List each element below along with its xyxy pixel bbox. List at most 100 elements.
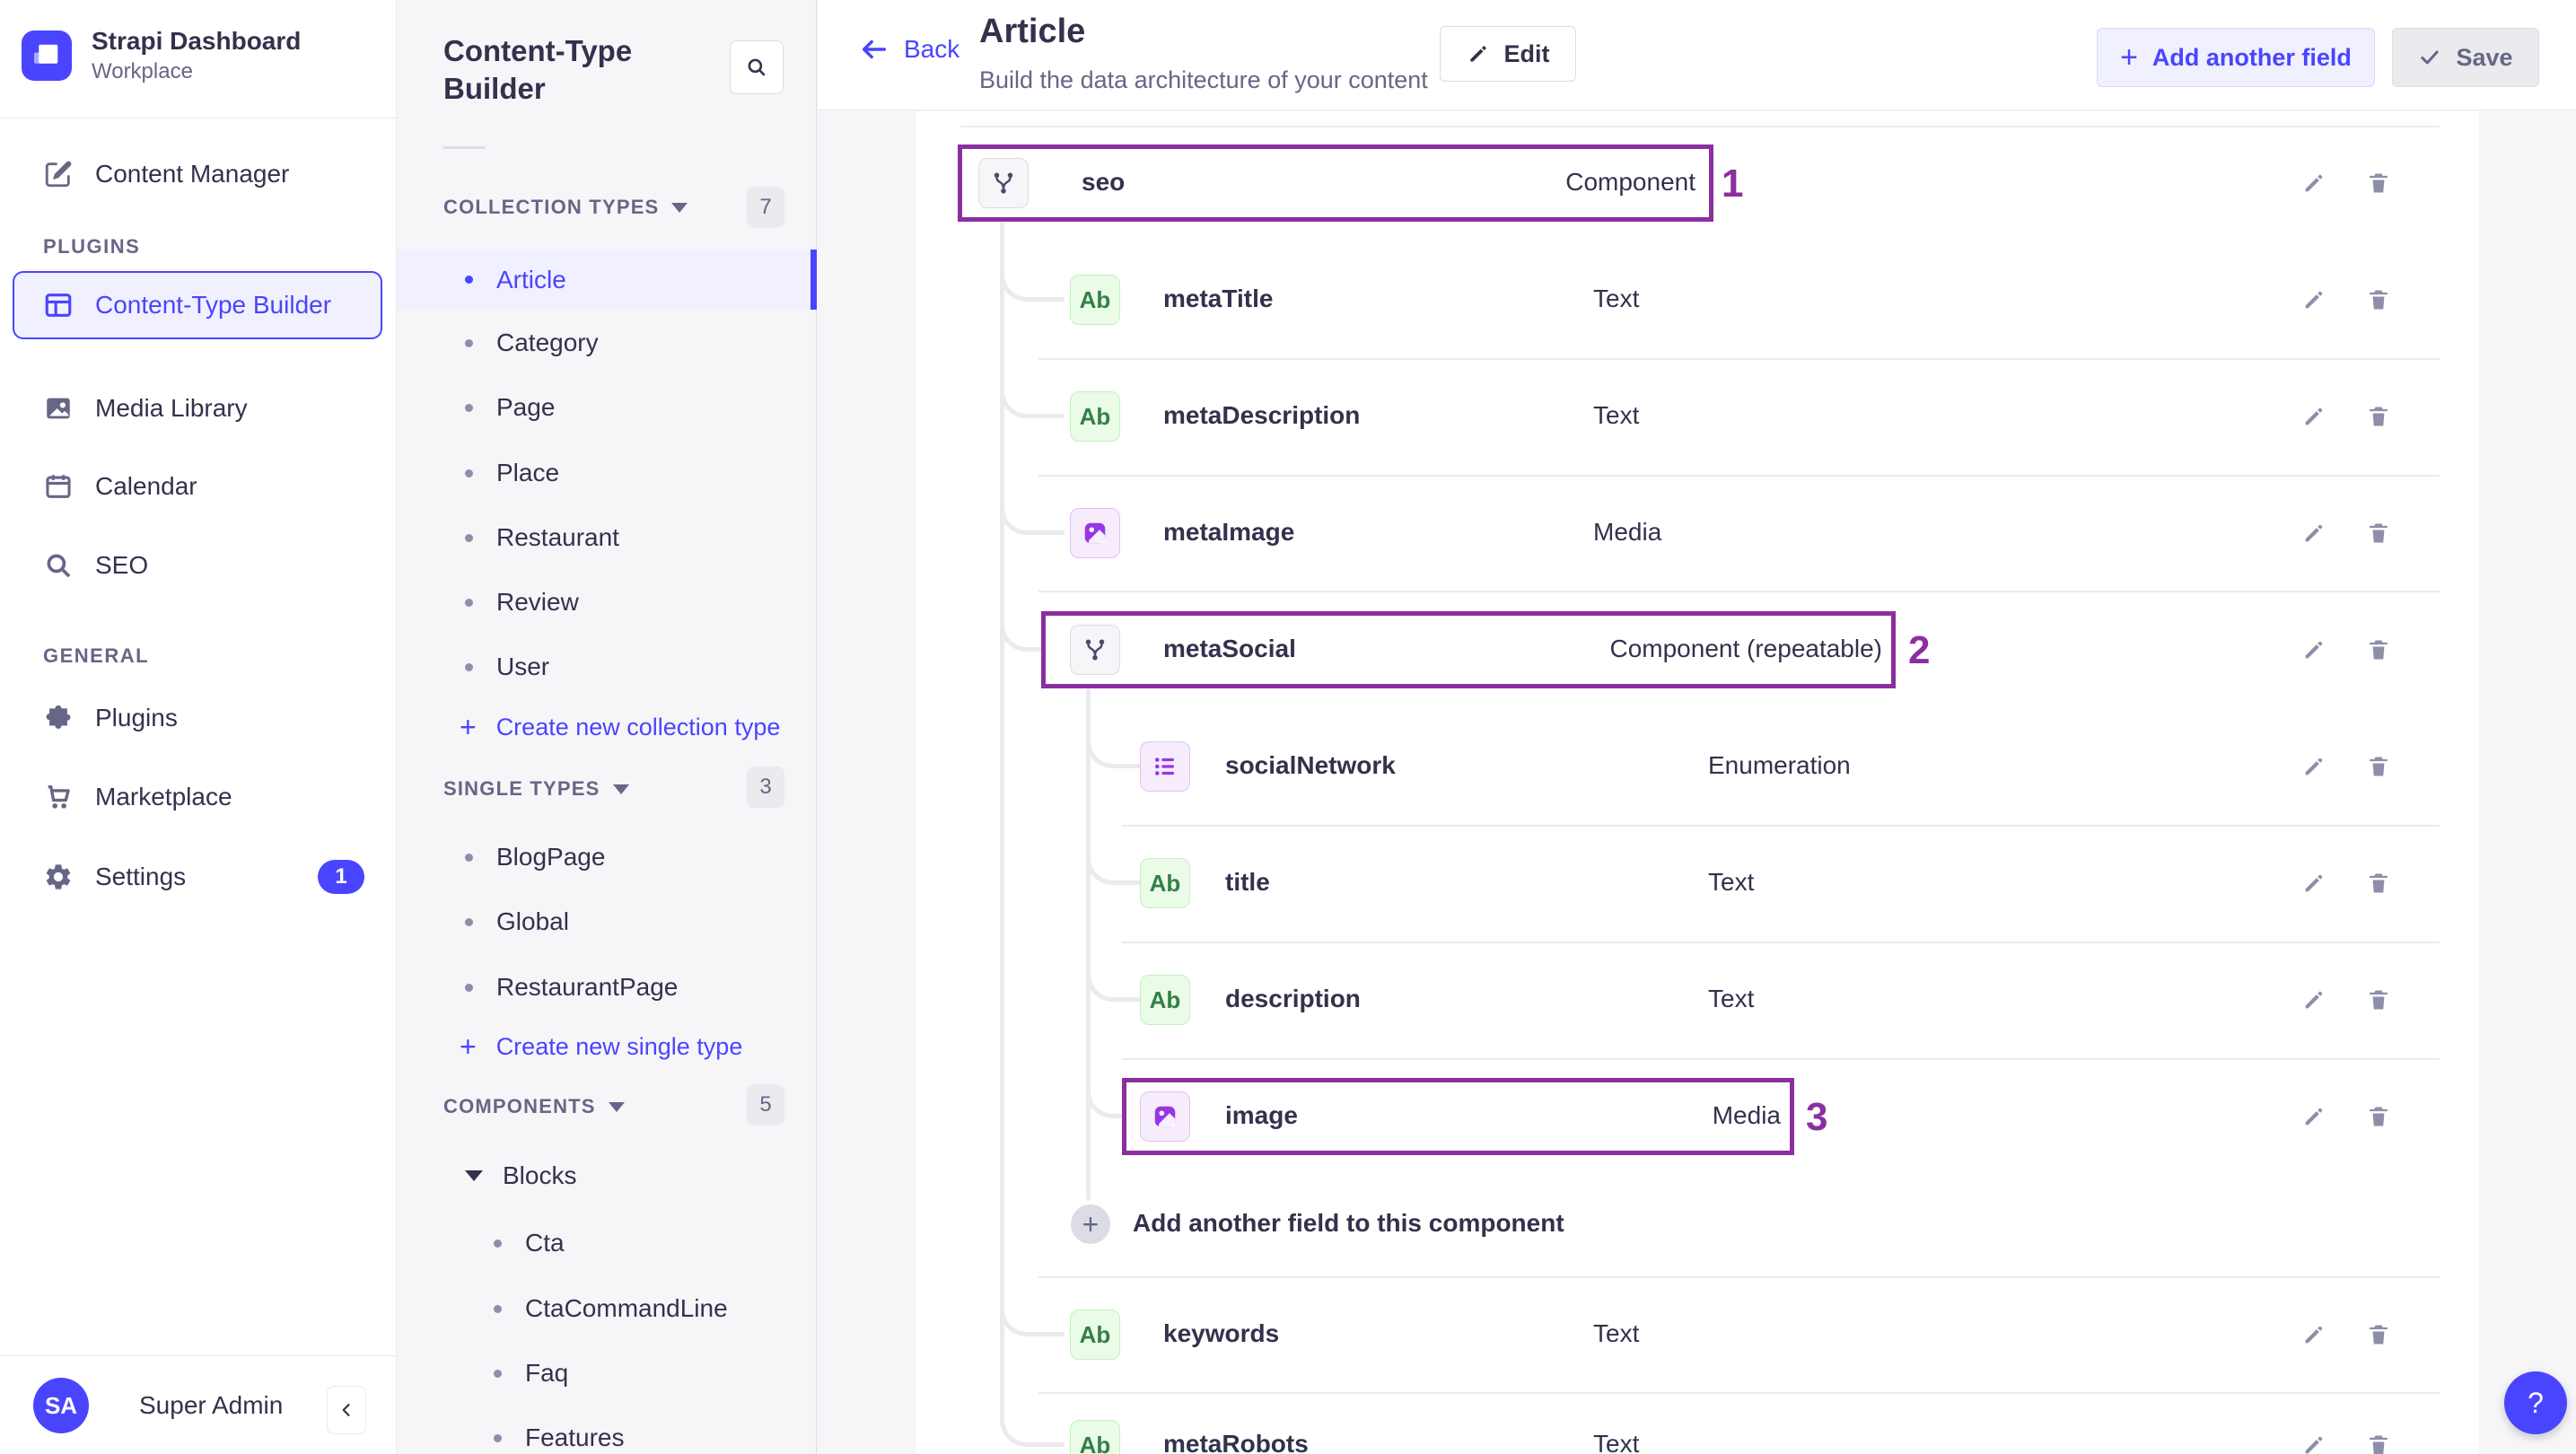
component-item-ctacommandline[interactable]: CtaCommandLine: [397, 1279, 817, 1338]
field-name: metaSocial: [1163, 635, 1296, 662]
edit-field-icon[interactable]: [2301, 404, 2326, 429]
component-item-faq[interactable]: Faq: [397, 1344, 817, 1403]
sidebar-item-content-manager[interactable]: Content Manager: [0, 138, 397, 210]
field-type: Text: [1593, 1430, 1640, 1454]
delete-field-icon[interactable]: [2366, 987, 2391, 1012]
create-collection-type-link[interactable]: + Create new collection type: [397, 702, 817, 752]
sidebar-item-content-type-builder[interactable]: Content-Type Builder: [13, 271, 382, 339]
enumeration-type-icon: [1140, 741, 1190, 792]
single-item-blogpage[interactable]: BlogPage: [397, 828, 817, 887]
edit-field-icon[interactable]: [2301, 637, 2326, 662]
row-separator: [960, 126, 2440, 127]
check-icon: [2421, 50, 2440, 65]
component-item-features[interactable]: Features: [397, 1408, 817, 1454]
components-label: COMPONENTS: [443, 1095, 596, 1117]
single-item-restaurantpage[interactable]: RestaurantPage: [397, 958, 817, 1017]
create-single-type-link[interactable]: + Create new single type: [397, 1021, 817, 1072]
delete-field-icon[interactable]: [2366, 637, 2391, 662]
edit-field-icon[interactable]: [2301, 171, 2326, 196]
collection-item-label: Restaurant: [496, 523, 619, 551]
settings-notification-badge: 1: [318, 860, 364, 894]
plus-icon: +: [460, 1029, 477, 1063]
row-separator: [1122, 942, 2440, 943]
collection-item-place[interactable]: Place: [397, 443, 817, 503]
component-group-blocks[interactable]: Blocks: [397, 1146, 817, 1205]
single-types-header[interactable]: SINGLE TYPES: [443, 777, 629, 801]
field-name: metaImage: [1163, 518, 1295, 546]
collection-item-user[interactable]: User: [397, 637, 817, 696]
collection-item-page[interactable]: Page: [397, 378, 817, 437]
text-type-icon: Ab: [1070, 1309, 1120, 1360]
sidebar-item-plugins[interactable]: Plugins: [0, 682, 397, 754]
page-subtitle: Build the data architecture of your cont…: [979, 66, 1428, 93]
save-button[interactable]: Save: [2392, 28, 2539, 87]
edit-field-icon[interactable]: [2301, 871, 2326, 896]
sidebar-item-seo[interactable]: SEO: [0, 530, 397, 601]
collection-item-article[interactable]: Article: [397, 250, 817, 310]
bullet-icon: [465, 533, 473, 542]
collection-item-category[interactable]: Category: [397, 313, 817, 372]
sidebar-item-label: SEO: [95, 551, 149, 579]
media-type-icon: [1140, 1091, 1190, 1142]
row-separator: [1038, 358, 2440, 360]
sidebar-item-calendar[interactable]: Calendar: [0, 451, 397, 522]
edit-field-icon[interactable]: [2301, 1432, 2326, 1454]
collection-types-label: COLLECTION TYPES: [443, 196, 660, 218]
components-header[interactable]: COMPONENTS: [443, 1095, 625, 1118]
delete-field-icon[interactable]: [2366, 871, 2391, 896]
page-title: Article: [979, 13, 1086, 50]
row-separator: [1038, 1276, 2440, 1278]
bullet-icon: [465, 276, 473, 284]
component-item-cta[interactable]: Cta: [397, 1213, 817, 1273]
single-item-global[interactable]: Global: [397, 892, 817, 951]
add-component-field-button[interactable]: +: [1071, 1204, 1110, 1244]
edit-button[interactable]: Edit: [1440, 26, 1576, 82]
pen-square-icon: [45, 161, 72, 188]
plus-icon: +: [1082, 1207, 1100, 1240]
sidebar-divider-bottom: [0, 1355, 396, 1356]
delete-field-icon[interactable]: [2366, 287, 2391, 312]
brand: Strapi Dashboard Workplace: [22, 27, 301, 84]
delete-field-icon[interactable]: [2366, 754, 2391, 779]
add-another-field-button[interactable]: + Add another field: [2097, 28, 2375, 87]
add-component-field-label[interactable]: Add another field to this component: [1133, 1209, 1564, 1238]
edit-field-icon[interactable]: [2301, 287, 2326, 312]
collection-types-header[interactable]: COLLECTION TYPES: [443, 196, 688, 219]
collection-item-label: Review: [496, 588, 579, 616]
edit-field-icon[interactable]: [2301, 1104, 2326, 1129]
edit-field-icon[interactable]: [2301, 987, 2326, 1012]
edit-field-icon[interactable]: [2301, 1322, 2326, 1347]
field-type: Enumeration: [1708, 751, 1851, 779]
delete-field-icon[interactable]: [2366, 521, 2391, 546]
single-item-label: RestaurantPage: [496, 973, 679, 1001]
edit-field-icon[interactable]: [2301, 521, 2326, 546]
image-icon: [47, 398, 70, 419]
save-label: Save: [2456, 43, 2513, 71]
edit-field-icon[interactable]: [2301, 754, 2326, 779]
sidebar-item-marketplace[interactable]: Marketplace: [0, 761, 397, 833]
bullet-icon: [494, 1239, 502, 1248]
layout-grid-icon: [45, 293, 72, 317]
search-button[interactable]: [730, 40, 784, 94]
avatar[interactable]: SA: [33, 1378, 89, 1433]
brand-subtitle: Workplace: [92, 59, 193, 83]
field-name: description: [1225, 985, 1361, 1012]
bullet-icon: [465, 338, 473, 347]
collapse-sidebar-button[interactable]: [327, 1386, 366, 1434]
arrow-left-icon: [862, 39, 887, 59]
gear-icon: [46, 864, 71, 889]
delete-field-icon[interactable]: [2366, 1322, 2391, 1347]
field-type: Component (repeatable): [1609, 635, 1882, 662]
delete-field-icon[interactable]: [2366, 171, 2391, 196]
help-button[interactable]: ?: [2504, 1371, 2567, 1434]
delete-field-icon[interactable]: [2366, 1104, 2391, 1129]
delete-field-icon[interactable]: [2366, 1432, 2391, 1454]
back-link[interactable]: Back: [859, 34, 959, 65]
delete-field-icon[interactable]: [2366, 404, 2391, 429]
component-group-label: Blocks: [503, 1161, 577, 1189]
field-type: Text: [1708, 868, 1755, 896]
sidebar-item-media-library[interactable]: Media Library: [0, 372, 397, 444]
collection-item-restaurant[interactable]: Restaurant: [397, 508, 817, 567]
collection-item-review[interactable]: Review: [397, 573, 817, 632]
text-type-icon: Ab: [1070, 275, 1120, 325]
